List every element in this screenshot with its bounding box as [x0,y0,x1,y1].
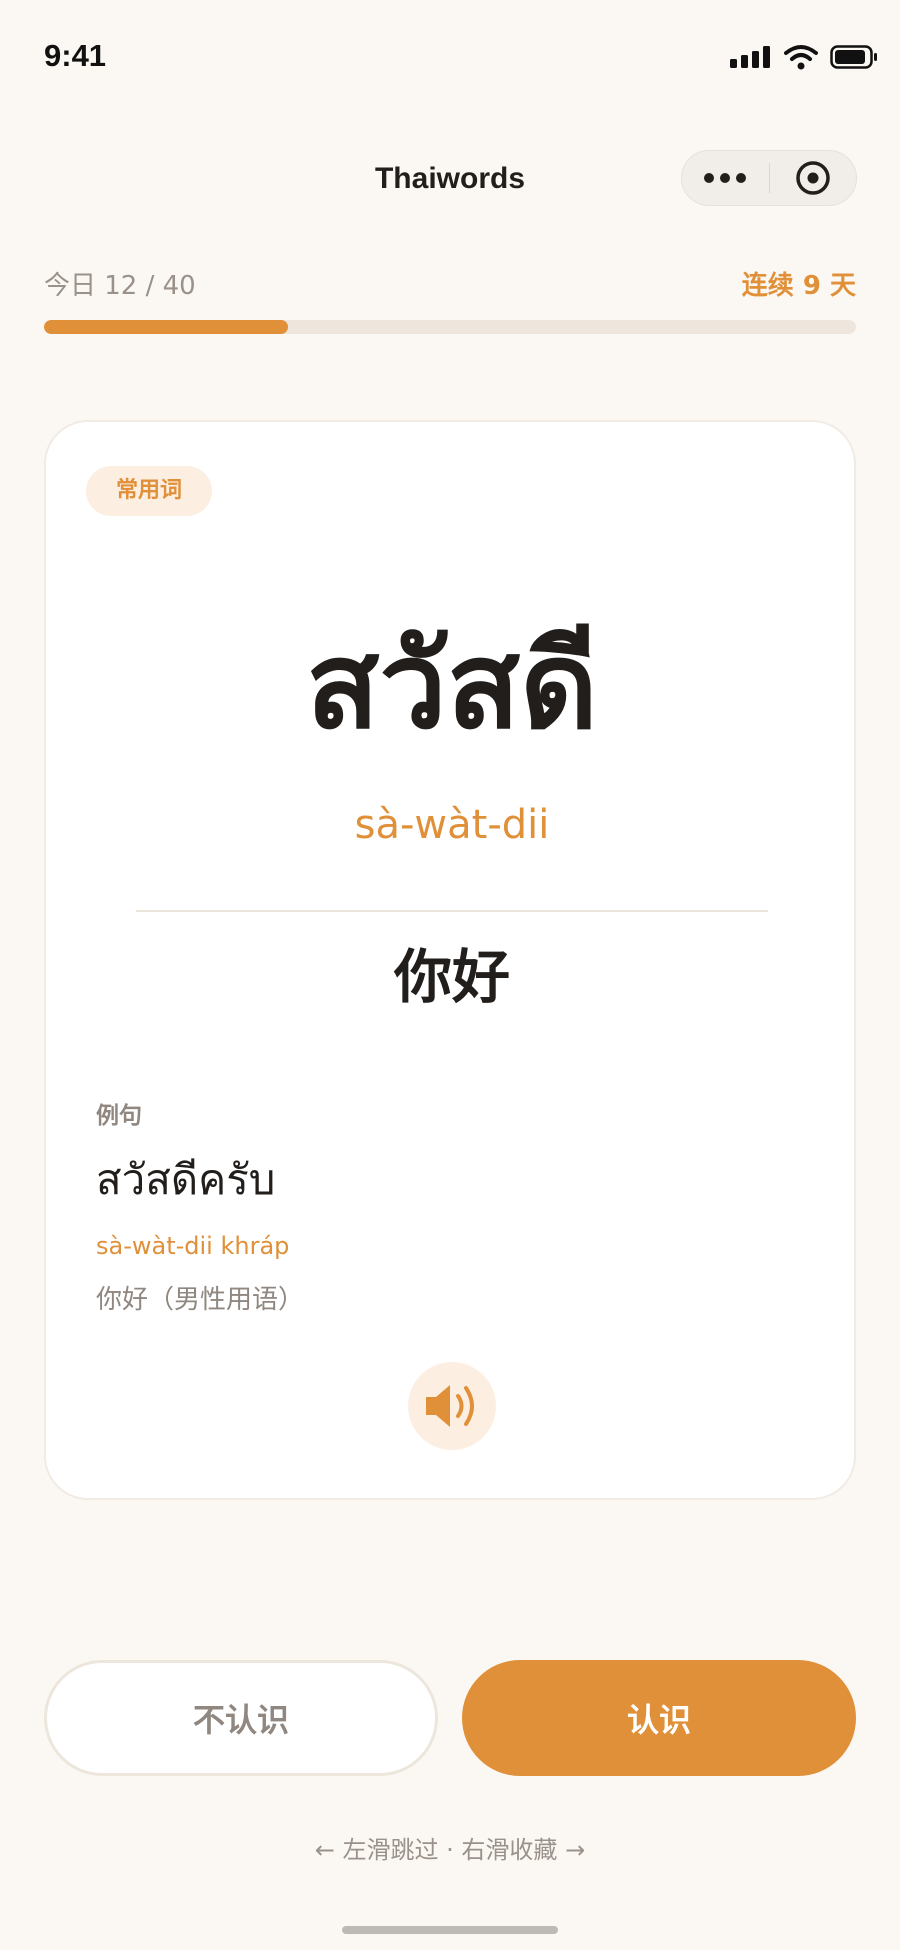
word-meaning: 你好 [393,943,510,1011]
play-audio-button[interactable] [408,1362,496,1450]
word-romanization: sà-wàt-dii [354,802,550,848]
swipe-hint: ← 左滑跳过 · 右滑收藏 → [314,1836,586,1864]
category-tag: 常用词 [86,466,213,516]
more-dots-icon [704,173,747,183]
mini-program-capsule [681,150,857,206]
flashcard[interactable]: 常用词 สวัสดี sà-wàt-dii 你好 例句 สวัสดีครับ s… [44,420,856,1500]
wifi-icon [784,45,818,70]
status-bar: 9:41 [0,0,900,110]
close-button[interactable] [770,150,857,206]
known-button[interactable]: 认识 [462,1660,856,1776]
status-icons [730,44,878,70]
speaker-icon [426,1385,474,1427]
target-close-icon [796,161,830,195]
example-romanization: sà-wàt-dii khráp [96,1232,290,1260]
signal-icon [730,46,770,68]
streak-label: 连续 9 天 [741,271,856,301]
battery-icon [830,45,877,69]
progress-row: 今日 12 / 40 连续 9 天 [44,265,856,305]
progress-bar-fill [44,320,288,334]
progress-bar [44,320,856,334]
card-divider [136,910,768,912]
example-meaning: 你好（男性用语） [96,1285,305,1315]
home-indicator[interactable] [342,1926,558,1934]
example-sentence: สวัสดีครับ [96,1155,276,1204]
more-button[interactable] [682,150,769,206]
unknown-button[interactable]: 不认识 [44,1660,438,1776]
thai-word: สวัสดี [306,617,598,756]
nav-bar: Thaiwords [0,140,900,220]
status-time: 9:41 [44,38,107,73]
daily-progress-label: 今日 12 / 40 [44,271,196,301]
example-label: 例句 [96,1103,142,1129]
